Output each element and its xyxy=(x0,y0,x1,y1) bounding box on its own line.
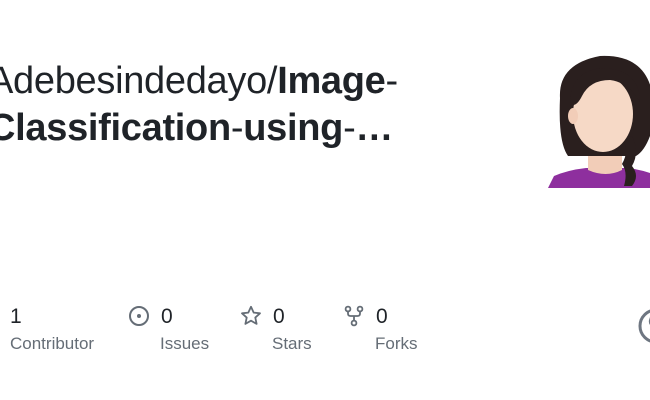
forks-label: Forks xyxy=(375,334,418,353)
star-icon xyxy=(241,305,261,325)
repo-social-card: Adebesindedayo/Image- Classification-usi… xyxy=(0,0,650,400)
repo-title[interactable]: Adebesindedayo/Image- Classification-usi… xyxy=(0,58,508,152)
repo-owner[interactable]: Adebesindedayo/ xyxy=(0,60,277,102)
repo-name-separator: - xyxy=(230,107,244,149)
github-logo-icon xyxy=(638,309,650,343)
fork-icon xyxy=(344,305,364,327)
avatar-ear xyxy=(568,108,578,124)
stars-label: Stars xyxy=(272,334,312,353)
repo-name-part3[interactable]: using xyxy=(243,107,343,149)
stat-contributors[interactable]: 1 Contributor xyxy=(10,300,120,360)
stars-count: 0 xyxy=(273,305,285,328)
issues-label: Issues xyxy=(160,334,210,353)
forks-count: 0 xyxy=(376,305,388,328)
issue-icon xyxy=(129,306,149,326)
contributors-label: Contributor xyxy=(10,334,95,353)
owner-avatar[interactable] xyxy=(548,52,650,188)
repo-stats: 1 Contributor 0 Issues 0 Stars 0 Forks xyxy=(0,300,650,360)
issues-count: 0 xyxy=(161,305,173,328)
repo-name-part1[interactable]: Image xyxy=(277,60,386,102)
repo-name-part2[interactable]: Classification xyxy=(0,107,231,149)
stat-stars[interactable]: 0 Stars xyxy=(239,300,329,360)
repo-name-ellipsis: … xyxy=(355,107,394,149)
repo-name-separator: - xyxy=(385,60,399,102)
stat-forks[interactable]: 0 Forks xyxy=(342,300,432,360)
stat-issues[interactable]: 0 Issues xyxy=(127,300,227,360)
contributors-count: 1 xyxy=(10,305,22,328)
repo-name-separator: - xyxy=(343,107,356,149)
